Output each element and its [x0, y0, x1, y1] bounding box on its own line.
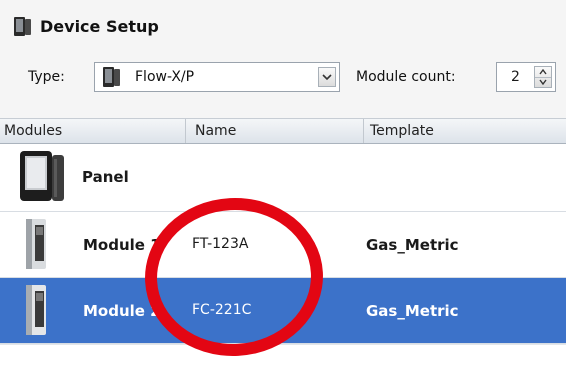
device-icon	[14, 17, 31, 36]
module-count-stepper[interactable]: 2	[496, 62, 556, 92]
type-label: Type:	[28, 69, 65, 85]
dropdown-button[interactable]	[318, 67, 336, 87]
device-icon	[103, 67, 120, 87]
table-bottom-border	[0, 344, 566, 345]
module-count-label: Module count:	[356, 69, 456, 85]
type-dropdown[interactable]: Flow-X/P	[94, 62, 340, 92]
table-header: Modules Name Template	[0, 118, 566, 144]
panel-device-icon	[20, 151, 64, 201]
column-header-template[interactable]: Template	[364, 119, 566, 143]
row-template: Gas_Metric	[366, 236, 459, 254]
row-template: Gas_Metric	[366, 302, 459, 320]
decrement-button[interactable]	[535, 77, 551, 87]
module-device-icon	[26, 219, 46, 269]
title-bar: Device Setup	[0, 0, 566, 58]
column-header-modules[interactable]: Modules	[0, 119, 186, 143]
table-row[interactable]: Panel	[0, 144, 566, 212]
chevron-down-icon	[322, 74, 332, 81]
row-module: Module 2	[83, 302, 161, 320]
toolbar: Type: Flow-X/P Module count: 2	[0, 58, 566, 118]
chevron-up-icon	[539, 69, 547, 75]
chevron-down-icon	[539, 79, 547, 85]
column-header-name[interactable]: Name	[186, 119, 364, 143]
module-count-value: 2	[511, 69, 520, 85]
module-device-icon	[26, 285, 46, 335]
window-title: Device Setup	[40, 17, 159, 36]
type-value: Flow-X/P	[135, 69, 195, 85]
row-module: Panel	[82, 168, 129, 186]
stepper-buttons	[534, 66, 552, 88]
